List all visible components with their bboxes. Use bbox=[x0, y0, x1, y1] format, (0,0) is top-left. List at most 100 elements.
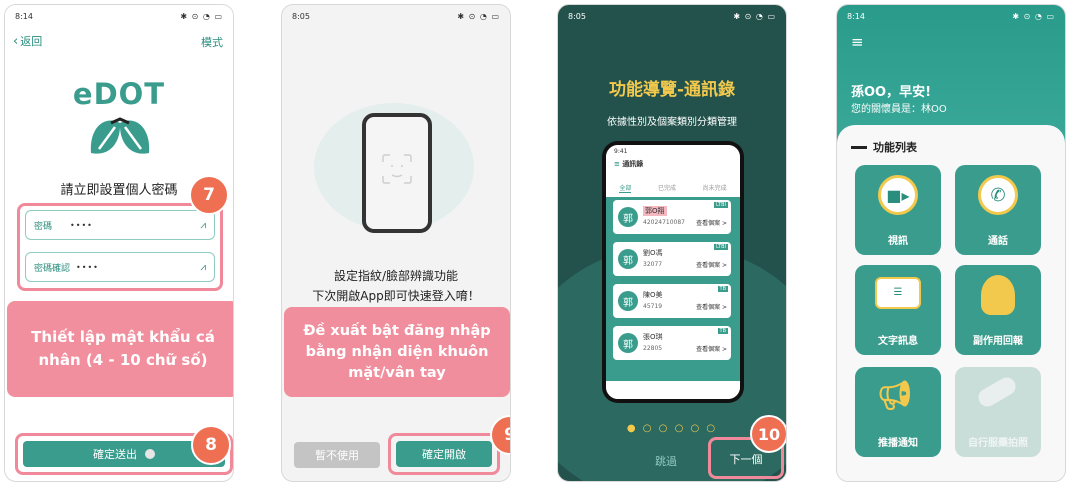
status-time: 8:05 bbox=[292, 11, 310, 21]
contact-name: 劉O馮 bbox=[643, 249, 663, 257]
guide-subtitle: 依據性別及個案類別分類管理 bbox=[607, 117, 737, 128]
contact-action[interactable]: 查看個案 > bbox=[696, 344, 727, 353]
status-icons: ✱ ⊙ ◔ ▭ bbox=[733, 11, 776, 21]
contact-action[interactable]: 查看個案 > bbox=[696, 260, 727, 269]
leaf-logo-icon bbox=[90, 117, 150, 154]
contact-card[interactable]: 郭 張O琪 22805 TB 查看個案 > bbox=[613, 326, 731, 360]
contact-tag: LTBI bbox=[713, 202, 728, 208]
contact-name: 郭O翔 bbox=[643, 206, 667, 216]
submit-label: 確定送出 bbox=[93, 448, 137, 461]
next-button[interactable]: 下一個 bbox=[708, 451, 784, 467]
screen-feature-guide: 8:05 ✱ ⊙ ◔ ▭ 功能導覽-通訊錄 依據性別及個案類別分類管理 9:41… bbox=[557, 4, 787, 482]
mockup-title-text: 通訊錄 bbox=[622, 160, 644, 168]
tile-label: 通話 bbox=[988, 236, 1008, 247]
confirm-label: 密碼確認 bbox=[34, 263, 71, 274]
contact-tag: TB bbox=[717, 328, 728, 334]
screen-set-password: 8:14 ✱ ⊙ ◔ ▭ ‹ 返回 模式 eDOT 請立即設置個人密碼 密碼 •… bbox=[4, 4, 234, 482]
pill-icon bbox=[975, 374, 1019, 410]
contact-avatar: 郭 bbox=[618, 249, 638, 269]
screen-home: 8:14 ✱ ⊙ ◔ ▭ ≡ 孫OO，早安! 您的關懷員是：林OO 功能列表 ■… bbox=[836, 4, 1066, 482]
phone-icon: ✆ bbox=[978, 175, 1018, 215]
section-title: 功能列表 bbox=[851, 139, 917, 155]
status-time: 8:14 bbox=[847, 11, 865, 21]
tile-push[interactable]: 📢︎ 推播通知 bbox=[855, 367, 941, 457]
contact-avatar: 郭 bbox=[618, 333, 638, 353]
contact-name: 張O琪 bbox=[643, 333, 663, 341]
skip-button[interactable]: 跳過 bbox=[655, 453, 677, 469]
status-bar: 8:05 ✱ ⊙ ◔ ▭ bbox=[282, 5, 510, 27]
contact-action[interactable]: 查看個案 > bbox=[696, 218, 727, 227]
status-bar: 8:14 ✱ ⊙ ◔ ▭ bbox=[837, 5, 1065, 27]
mode-button[interactable]: 模式 bbox=[201, 34, 223, 50]
contact-card[interactable]: 郭 陳O美 45719 TB 查看個案 > bbox=[613, 284, 731, 318]
contact-id: 45719 bbox=[643, 303, 663, 310]
back-button[interactable]: ‹ 返回 bbox=[13, 33, 42, 49]
password-value: •••• bbox=[70, 220, 93, 230]
password-label: 密碼 bbox=[34, 221, 53, 232]
back-label: 返回 bbox=[20, 35, 43, 48]
tile-label: 自行服藥拍照 bbox=[968, 438, 1028, 449]
tile-self-medication[interactable]: 自行服藥拍照 bbox=[955, 367, 1041, 457]
status-bar: 8:05 ✱ ⊙ ◔ ▭ bbox=[558, 5, 786, 27]
biometric-desc-2: 下次開啟App即可快速登入唷！ bbox=[312, 289, 480, 303]
tile-video[interactable]: ■▸ 視訊 bbox=[855, 165, 941, 255]
hamburger-menu-icon[interactable]: ≡ bbox=[851, 33, 864, 51]
contact-id: 42024710087 bbox=[643, 219, 685, 226]
contact-avatar: 郭 bbox=[618, 207, 638, 227]
skip-button[interactable]: 暫不使用 bbox=[294, 442, 380, 468]
contact-action[interactable]: 查看個案 > bbox=[696, 302, 727, 311]
contact-name: 陳O美 bbox=[643, 291, 663, 299]
menu-icon: ≡ bbox=[614, 160, 620, 168]
app-logo-text: eDOT bbox=[72, 77, 166, 111]
tile-message[interactable]: ☰ 文字訊息 bbox=[855, 265, 941, 355]
screen-biometric-setup: 8:05 ✱ ⊙ ◔ ▭ 設定指紋/臉部辨識功能 下次開啟App即可快速登入唷！… bbox=[281, 4, 511, 482]
mockup-tab-all[interactable]: 全部 bbox=[619, 183, 632, 193]
status-icons: ✱ ⊙ ◔ ▭ bbox=[1012, 11, 1055, 21]
greeting: 孫OO，早安! bbox=[851, 85, 932, 100]
contact-card[interactable]: 郭 劉O馮 32077 LTBI 查看個案 > bbox=[613, 242, 731, 276]
password-field[interactable]: 密碼 •••• ⩘ bbox=[25, 210, 215, 240]
enable-button[interactable]: 確定開啟 bbox=[396, 441, 492, 467]
chevron-left-icon: ‹ bbox=[13, 33, 19, 49]
callout-biometric: Đề xuất bật đăng nhập bằng nhận diện khu… bbox=[284, 307, 510, 397]
chat-bubble-icon: ☰ bbox=[875, 277, 921, 309]
tile-side-effect[interactable]: 副作用回報 bbox=[955, 265, 1041, 355]
mockup-time: 9:41 bbox=[614, 148, 628, 155]
mockup-tabs: 全部 已完成 尚未完成 bbox=[606, 179, 740, 197]
contact-id: 22805 bbox=[643, 345, 663, 352]
contact-tag: TB bbox=[717, 286, 728, 292]
biometric-desc-1: 設定指紋/臉部辨識功能 bbox=[333, 269, 459, 283]
mockup-header: 9:41 ≡ 通訊錄 bbox=[606, 145, 740, 179]
mockup-tab-pending[interactable]: 尚未完成 bbox=[703, 183, 727, 193]
section-title-text: 功能列表 bbox=[873, 141, 917, 154]
step-badge-8: 8 bbox=[191, 425, 231, 465]
tile-label: 視訊 bbox=[888, 236, 908, 247]
status-icons: ✱ ⊙ ◔ ▭ bbox=[457, 11, 500, 21]
mockup-tab-done[interactable]: 已完成 bbox=[658, 183, 676, 193]
sick-person-icon bbox=[981, 275, 1015, 315]
contact-card[interactable]: 郭 郭O翔 42024710087 LTBI 查看個案 > bbox=[613, 200, 731, 234]
guide-title: 功能導覽-通訊錄 bbox=[608, 80, 736, 100]
manager-info: 您的關懷員是：林OO bbox=[851, 104, 947, 115]
tile-label: 推播通知 bbox=[878, 438, 918, 449]
status-time: 8:14 bbox=[15, 11, 33, 21]
eye-hidden-icon[interactable]: ⩘ bbox=[200, 220, 206, 231]
mockup-bottom-nav bbox=[606, 381, 740, 399]
video-camera-icon: ■▸ bbox=[878, 175, 918, 215]
status-time: 8:05 bbox=[568, 11, 586, 21]
face-id-icon bbox=[382, 154, 412, 184]
phone-illustration bbox=[362, 113, 432, 233]
confirm-value: •••• bbox=[76, 262, 99, 272]
loading-dot-icon bbox=[145, 449, 155, 459]
tile-call[interactable]: ✆ 通話 bbox=[955, 165, 1041, 255]
section-dash-icon bbox=[851, 145, 867, 149]
password-confirm-field[interactable]: 密碼確認 •••• ⩘ bbox=[25, 252, 215, 282]
tile-label: 副作用回報 bbox=[973, 336, 1023, 347]
contact-id: 32077 bbox=[643, 261, 663, 268]
megaphone-icon: 📢︎ bbox=[877, 379, 913, 412]
step-badge-7: 7 bbox=[189, 175, 229, 215]
contact-tag: LTBI bbox=[713, 244, 728, 250]
eye-hidden-icon[interactable]: ⩘ bbox=[200, 262, 206, 273]
status-icons: ✱ ⊙ ◔ ▭ bbox=[180, 11, 223, 21]
step-badge-10: 10 bbox=[750, 415, 786, 453]
